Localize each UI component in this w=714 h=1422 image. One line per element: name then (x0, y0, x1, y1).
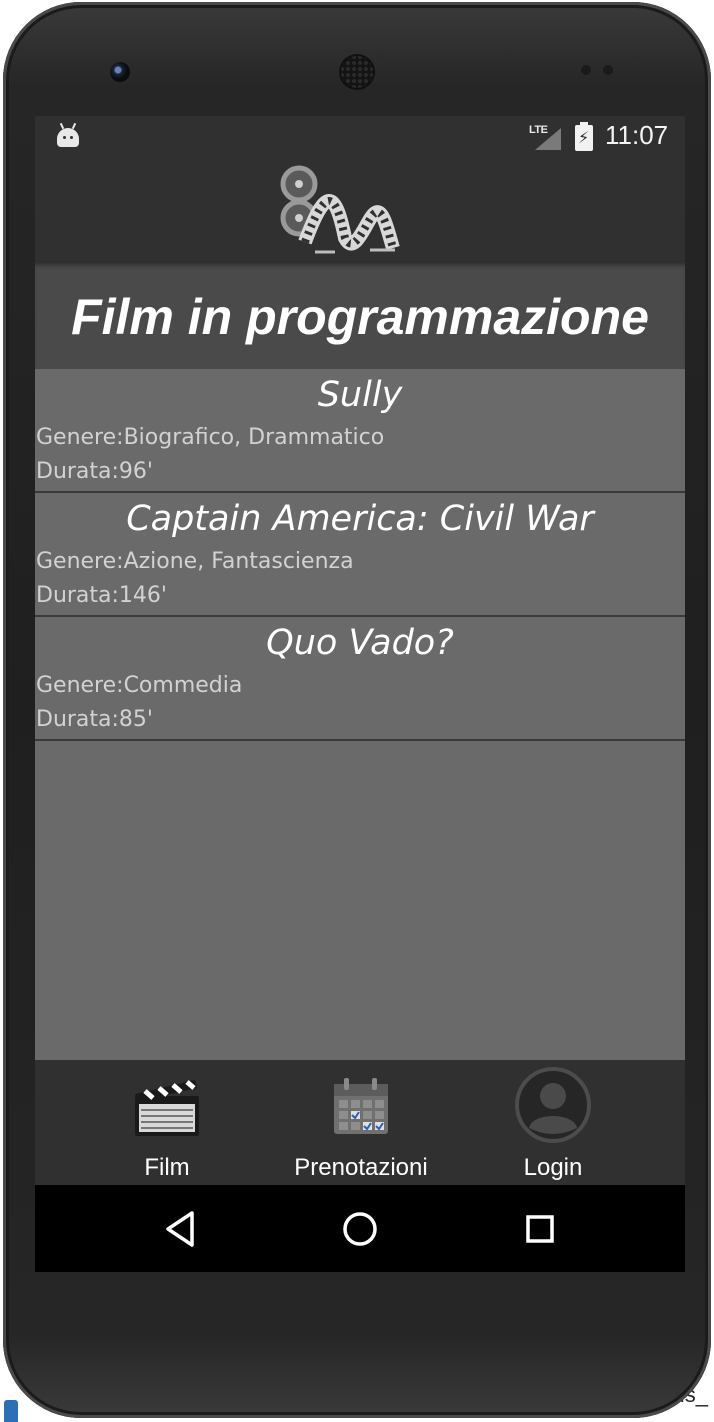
back-icon[interactable] (160, 1207, 204, 1251)
film-title: Quo Vado? (266, 623, 454, 663)
nav-item-film[interactable]: Film (107, 1060, 227, 1185)
status-time: 11:07 (605, 120, 669, 150)
battery-charging-icon: ⚡ (575, 122, 593, 151)
user-icon (515, 1067, 591, 1143)
film-title: Captain America: Civil War (126, 499, 594, 539)
app-header (35, 158, 685, 262)
film-list: Sully Genere:Biografico, Drammatico Dura… (35, 369, 685, 741)
film-list-item[interactable]: Quo Vado? Genere:Commedia Durata:85' (35, 617, 685, 741)
film-genre: Genere:Azione, Fantascienza (36, 549, 354, 574)
film-list-item[interactable]: Captain America: Civil War Genere:Azione… (35, 493, 685, 617)
nav-label-film: Film (144, 1154, 190, 1181)
front-camera (110, 62, 130, 82)
nav-item-prenotazioni[interactable]: Prenotazioni (287, 1060, 435, 1185)
clapperboard-icon (135, 1080, 199, 1136)
earpiece-speaker (339, 54, 375, 90)
film-list-item[interactable]: Sully Genere:Biografico, Drammatico Dura… (35, 369, 685, 493)
film-duration: Durata:96' (36, 459, 153, 484)
nav-label-login: Login (523, 1154, 583, 1181)
proximity-sensor (581, 65, 591, 75)
android-icon (57, 122, 79, 147)
film-genre: Genere:Commedia (36, 673, 243, 698)
page-title: Film in programmazione (71, 289, 649, 345)
nav-item-login[interactable]: Login (493, 1060, 613, 1185)
phone-frame: LTE ⚡ 11:07 Film in programmazione Sully… (3, 2, 711, 1418)
signal-icon (535, 128, 561, 150)
title-bar: Film in programmazione (35, 262, 685, 369)
recents-icon[interactable] (518, 1207, 562, 1251)
film-duration: Durata:85' (36, 707, 153, 732)
film-duration: Durata:146' (36, 583, 167, 608)
status-bar: LTE ⚡ 11:07 (35, 116, 685, 158)
desktop-app-icon (4, 1400, 18, 1422)
screen: LTE ⚡ 11:07 Film in programmazione Sully… (35, 116, 685, 1272)
home-icon[interactable] (338, 1207, 382, 1251)
system-navigation-bar (35, 1185, 685, 1272)
film-genre: Genere:Biografico, Drammatico (36, 425, 385, 450)
film-reel-logo (280, 165, 400, 254)
film-title: Sully (317, 375, 403, 415)
light-sensor (603, 65, 613, 75)
calendar-icon (334, 1078, 388, 1134)
bottom-navigation: Film Prenotazioni Login (35, 1060, 685, 1185)
nav-label-prenotazioni: Prenotazioni (294, 1154, 428, 1181)
